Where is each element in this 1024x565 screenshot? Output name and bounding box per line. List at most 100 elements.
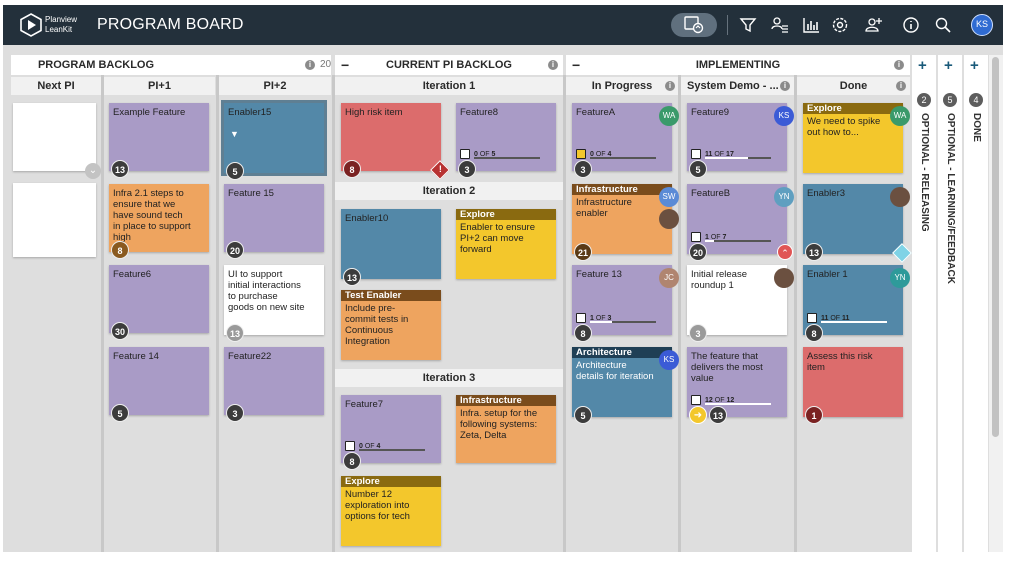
- vertical-scrollbar[interactable]: [989, 55, 1003, 552]
- card-title: Enabler 1: [807, 269, 848, 280]
- card[interactable]: Assess this risk item 1: [803, 347, 903, 424]
- sublane-info-icon[interactable]: i: [780, 81, 790, 91]
- iteration-1-header[interactable]: Iteration 1: [335, 77, 563, 95]
- card-title: Enabler10: [345, 213, 389, 224]
- card[interactable]: Feature 13 JC 1 OF 38: [572, 265, 679, 342]
- scrollbar-thumb[interactable]: [992, 57, 999, 437]
- assignee-avatar[interactable]: KS: [659, 350, 679, 370]
- sublane-in-progress[interactable]: In Progress i: [566, 77, 678, 95]
- card[interactable]: Explore We need to spike out how to... WA: [803, 103, 910, 173]
- planview-logo-icon: [20, 13, 42, 37]
- lane-implementing[interactable]: − IMPLEMENTING i: [566, 55, 910, 75]
- card-title: FeatureA: [576, 107, 616, 118]
- card[interactable]: FeatureB YN 1 OF 7 20 ⌃: [687, 184, 794, 261]
- card-title: Feature9: [691, 107, 730, 118]
- expand-icon[interactable]: +: [944, 57, 953, 74]
- empty-card-slot[interactable]: [13, 103, 96, 171]
- board-view-button[interactable]: [671, 13, 717, 37]
- sublane-info-icon[interactable]: i: [665, 81, 675, 91]
- lane-title: CURRENT PI BACKLOG: [386, 59, 512, 71]
- caret-down-icon[interactable]: ▼: [230, 129, 239, 140]
- card[interactable]: Feature22 3: [224, 347, 324, 422]
- card[interactable]: Enabler3 13: [803, 184, 912, 263]
- lane-program-backlog[interactable]: PROGRAM BACKLOG i 20: [11, 55, 331, 75]
- lane-info-icon[interactable]: i: [305, 60, 315, 70]
- assignee-avatar[interactable]: SW: [659, 187, 679, 207]
- card-size-badge: 8: [574, 324, 592, 342]
- assignee-avatar[interactable]: YN: [774, 187, 794, 207]
- chevron-down-icon[interactable]: ⌄: [85, 163, 101, 179]
- iteration-2-header[interactable]: Iteration 2: [335, 182, 563, 200]
- sublane-pi-plus-2[interactable]: PI+2: [219, 77, 331, 95]
- assignee-filter-icon[interactable]: [771, 16, 789, 34]
- card[interactable]: FeatureA WA 0 OF 43: [572, 103, 679, 178]
- settings-icon[interactable]: [831, 16, 849, 34]
- card[interactable]: Feature6 30: [109, 265, 209, 340]
- card[interactable]: Enabler10 13: [341, 209, 441, 286]
- card[interactable]: Feature 14 5: [109, 347, 209, 422]
- card-title: Initial release roundup 1: [691, 269, 747, 291]
- blocked-icon: !: [430, 160, 450, 180]
- search-icon[interactable]: [934, 16, 952, 34]
- empty-card-slot[interactable]: [13, 183, 96, 257]
- expand-icon[interactable]: +: [918, 57, 927, 74]
- lane-current-pi-backlog[interactable]: − CURRENT PI BACKLOG i: [335, 55, 563, 75]
- collapse-icon[interactable]: −: [341, 55, 349, 75]
- card[interactable]: Architecture Architecture details for ite…: [572, 347, 679, 424]
- collapsed-lane-releasing[interactable]: +2 OPTIONAL - RELEASING: [912, 55, 936, 552]
- card-size-badge: 13: [343, 268, 361, 286]
- info-icon[interactable]: [902, 16, 920, 34]
- collapsed-lane-done[interactable]: +4 DONE: [964, 55, 988, 552]
- collapse-icon[interactable]: −: [572, 55, 580, 75]
- sublane-title: System Demo - ...: [687, 80, 779, 92]
- iteration-3-header[interactable]: Iteration 3: [335, 369, 563, 387]
- expand-icon[interactable]: +: [970, 57, 979, 74]
- card[interactable]: Feature 15 20: [224, 184, 324, 259]
- card[interactable]: Feature8 0 OF 53: [456, 103, 556, 178]
- sublane-done[interactable]: Done i: [797, 77, 910, 95]
- card-title: Enabler3: [807, 188, 846, 199]
- lane-info-icon[interactable]: i: [894, 60, 904, 70]
- assignee-avatar[interactable]: WA: [890, 106, 910, 126]
- card[interactable]: Enabler15 ▼ 5: [221, 100, 327, 180]
- card[interactable]: Feature7 0 OF 48: [341, 395, 441, 470]
- add-user-icon[interactable]: [865, 16, 883, 34]
- card-size-badge: 8: [343, 452, 361, 470]
- card[interactable]: Infrastructure Infrastructure enabler SW 21: [572, 184, 679, 261]
- card-size-badge: 8: [805, 324, 823, 342]
- card[interactable]: Explore Enabler to ensure PI+2 can move f…: [456, 209, 556, 279]
- collapsed-lane-learning[interactable]: +5 OPTIONAL - LEARNING/FEEDBACK: [938, 55, 962, 552]
- assignee-avatar[interactable]: WA: [659, 106, 679, 126]
- card[interactable]: Initial release roundup 1 3: [687, 265, 794, 342]
- sublane-next-pi[interactable]: Next PI: [11, 77, 101, 95]
- card[interactable]: Test Enabler Include pre-commit tests in …: [341, 290, 441, 360]
- assignee-photo-avatar[interactable]: [890, 187, 910, 207]
- assignee-photo-avatar[interactable]: [774, 268, 794, 288]
- card[interactable]: High risk item 8!: [341, 103, 450, 180]
- reports-icon[interactable]: [802, 16, 820, 34]
- card[interactable]: UI to support initial interactions to pu…: [224, 265, 324, 342]
- lane-title: OPTIONAL - RELEASING: [919, 113, 930, 232]
- card[interactable]: Feature9 KS 11 OF 17 5: [687, 103, 794, 178]
- assignee-avatar[interactable]: YN: [890, 268, 910, 288]
- sublane-info-icon[interactable]: i: [896, 81, 906, 91]
- task-progress: 0 OF 4: [576, 149, 661, 161]
- filter-icon[interactable]: [739, 16, 757, 34]
- card-size-badge: 3: [226, 404, 244, 422]
- card[interactable]: Explore Number 12 exploration into option…: [341, 476, 441, 546]
- card[interactable]: Example Feature 13: [109, 103, 209, 178]
- assignee-avatar[interactable]: KS: [774, 106, 794, 126]
- task-icon: [691, 232, 701, 242]
- assignee-avatar[interactable]: JC: [659, 268, 679, 288]
- card[interactable]: The feature that delivers the most value…: [687, 347, 787, 424]
- card[interactable]: Infra 2.1 steps to ensure that we have s…: [109, 184, 209, 259]
- user-avatar[interactable]: KS: [971, 14, 993, 36]
- card[interactable]: Infrastructure Infra. setup for the follo…: [456, 395, 556, 463]
- sublane-system-demo[interactable]: System Demo - ... i: [681, 77, 794, 95]
- card-size-badge: 3: [689, 324, 707, 342]
- lane-info-icon[interactable]: i: [548, 60, 558, 70]
- card-size-badge: 21: [574, 243, 592, 261]
- card[interactable]: Enabler 1 YN 11 OF 11 8: [803, 265, 910, 342]
- sublane-pi-plus-1[interactable]: PI+1: [104, 77, 215, 95]
- assignee-photo-avatar[interactable]: [659, 209, 679, 229]
